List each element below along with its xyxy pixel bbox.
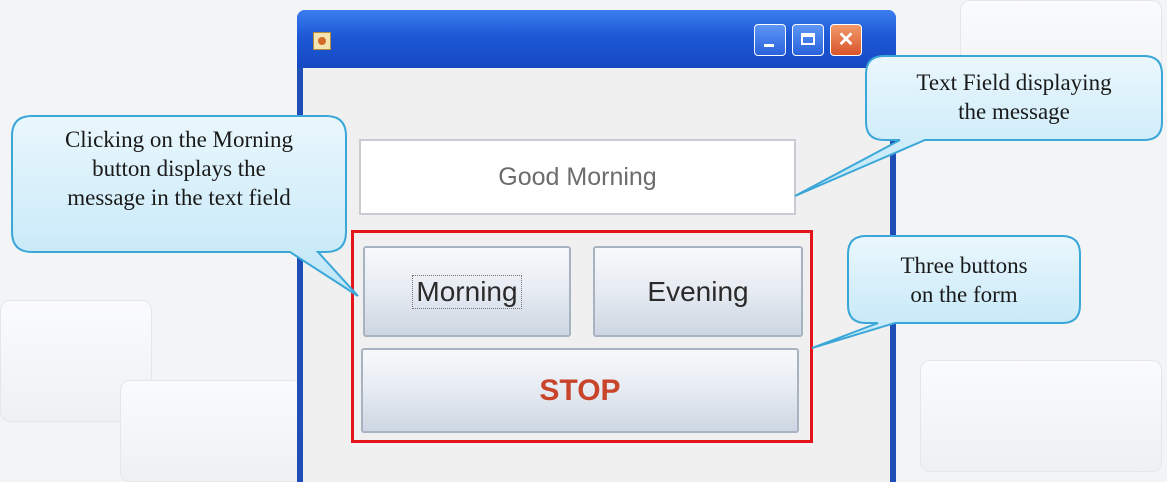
callout-bottom-right-text: Three buttons on the form bbox=[850, 251, 1078, 309]
callout-left-line: button displays the bbox=[92, 156, 266, 181]
callout-left-line: message in the text field bbox=[67, 185, 291, 210]
callout-bottom-right-line: on the form bbox=[910, 282, 1018, 307]
callout-left-text: Clicking on the Morning button displays … bbox=[20, 125, 338, 212]
callout-top-right-line: Text Field displaying bbox=[916, 70, 1112, 95]
callout-top-right-text: Text Field displaying the message bbox=[868, 68, 1160, 126]
callout-top-right-line: the message bbox=[958, 99, 1070, 124]
callout-left-line: Clicking on the Morning bbox=[64, 127, 294, 152]
callout-bottom-right-line: Three buttons bbox=[900, 253, 1028, 278]
